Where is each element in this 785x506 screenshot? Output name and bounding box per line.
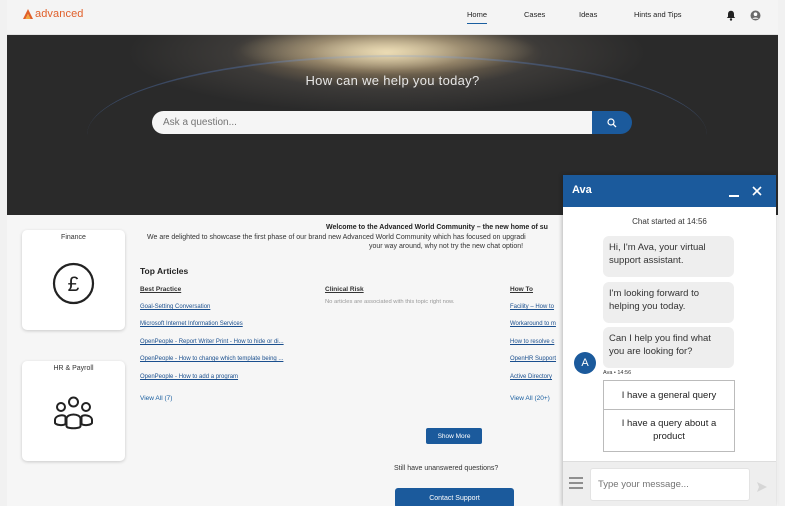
chat-widget: Ava Chat started at 14:56 Hi, I'm Ava, y… — [563, 175, 776, 506]
view-all-best-practice[interactable]: View All (7) — [140, 395, 172, 402]
article-link[interactable]: OpenPeople - Report Writer Print - How t… — [140, 339, 284, 345]
article-link[interactable]: Microsoft Internet Information Services — [140, 321, 243, 327]
top-header: advanced Home Cases Ideas Hints and Tips — [7, 0, 778, 35]
ava-avatar: A — [574, 352, 596, 374]
main-nav: Home Cases Ideas Hints and Tips — [7, 10, 778, 30]
article-link[interactable]: How to resolve c — [510, 339, 554, 345]
general-query-option[interactable]: I have a general query — [603, 380, 735, 410]
chat-message-meta: Ava • 14:56 — [603, 370, 632, 376]
no-articles-message: No articles are associated with this top… — [325, 299, 455, 305]
svg-text:£: £ — [68, 273, 80, 296]
search-button[interactable] — [592, 111, 632, 134]
chat-message: I'm looking forward to helping you today… — [603, 282, 734, 323]
chat-message: Can I help you find what you are looking… — [603, 327, 734, 368]
show-more-button[interactable]: Show More — [426, 428, 482, 444]
product-query-option[interactable]: I have a query about a product — [603, 409, 735, 452]
view-all-how-to[interactable]: View All (20+) — [510, 395, 550, 402]
nav-cases[interactable]: Cases — [524, 10, 545, 19]
search-input[interactable] — [152, 111, 592, 134]
hero-title: How can we help you today? — [305, 73, 480, 88]
pound-coin-icon: £ — [52, 262, 95, 310]
chat-message-input[interactable] — [590, 468, 750, 501]
chat-title: Ava — [572, 184, 592, 196]
menu-icon[interactable] — [569, 477, 583, 489]
sunrise-glow — [237, 35, 537, 75]
article-link[interactable]: OpenHR Support — [510, 356, 556, 362]
top-articles-heading: Top Articles — [140, 266, 189, 276]
article-link[interactable]: Goal-Setting Conversation — [140, 304, 210, 310]
nav-ideas[interactable]: Ideas — [579, 10, 597, 19]
card-finance[interactable]: Finance £ — [22, 230, 125, 330]
contact-support-button[interactable]: Contact Support — [395, 488, 514, 506]
chat-started-text: Chat started at 14:56 — [632, 217, 707, 226]
article-link[interactable]: Facility – How to — [510, 304, 554, 310]
card-title: HR & Payroll — [53, 365, 94, 372]
chat-header: Ava — [563, 175, 776, 207]
article-link[interactable]: Active Directory — [510, 374, 552, 380]
bell-icon[interactable] — [726, 8, 736, 26]
nav-hints-and-tips[interactable]: Hints and Tips — [634, 10, 682, 19]
card-hr-payroll[interactable]: HR & Payroll — [22, 361, 125, 461]
welcome-text-line-2: your way around, why not try the new cha… — [369, 243, 524, 250]
column-best-practice[interactable]: Best Practice — [140, 286, 181, 293]
card-title: Finance — [61, 234, 86, 241]
unanswered-questions-text: Still have unanswered questions? — [394, 465, 499, 472]
column-how-to[interactable]: How To — [510, 286, 533, 293]
welcome-text-line-1: We are delighted to showcase the first p… — [147, 234, 526, 241]
article-link[interactable]: OpenPeople - How to add a program — [140, 374, 238, 380]
minimize-icon[interactable] — [729, 195, 739, 197]
search-icon — [607, 117, 617, 127]
nav-home[interactable]: Home — [467, 10, 488, 24]
column-clinical-risk[interactable]: Clinical Risk — [325, 286, 364, 293]
article-link[interactable]: Workaround to m — [510, 321, 556, 327]
close-icon[interactable] — [751, 185, 763, 197]
chat-message: Hi, I'm Ava, your virtual support assist… — [603, 236, 734, 277]
search-box — [152, 111, 592, 134]
send-icon[interactable] — [757, 482, 767, 492]
people-group-icon — [52, 393, 95, 441]
user-avatar-icon[interactable] — [750, 8, 761, 26]
welcome-title: Welcome to the Advanced World Community … — [326, 224, 548, 231]
article-link[interactable]: OpenPeople - How to change which templat… — [140, 356, 283, 362]
chat-footer — [563, 461, 776, 506]
